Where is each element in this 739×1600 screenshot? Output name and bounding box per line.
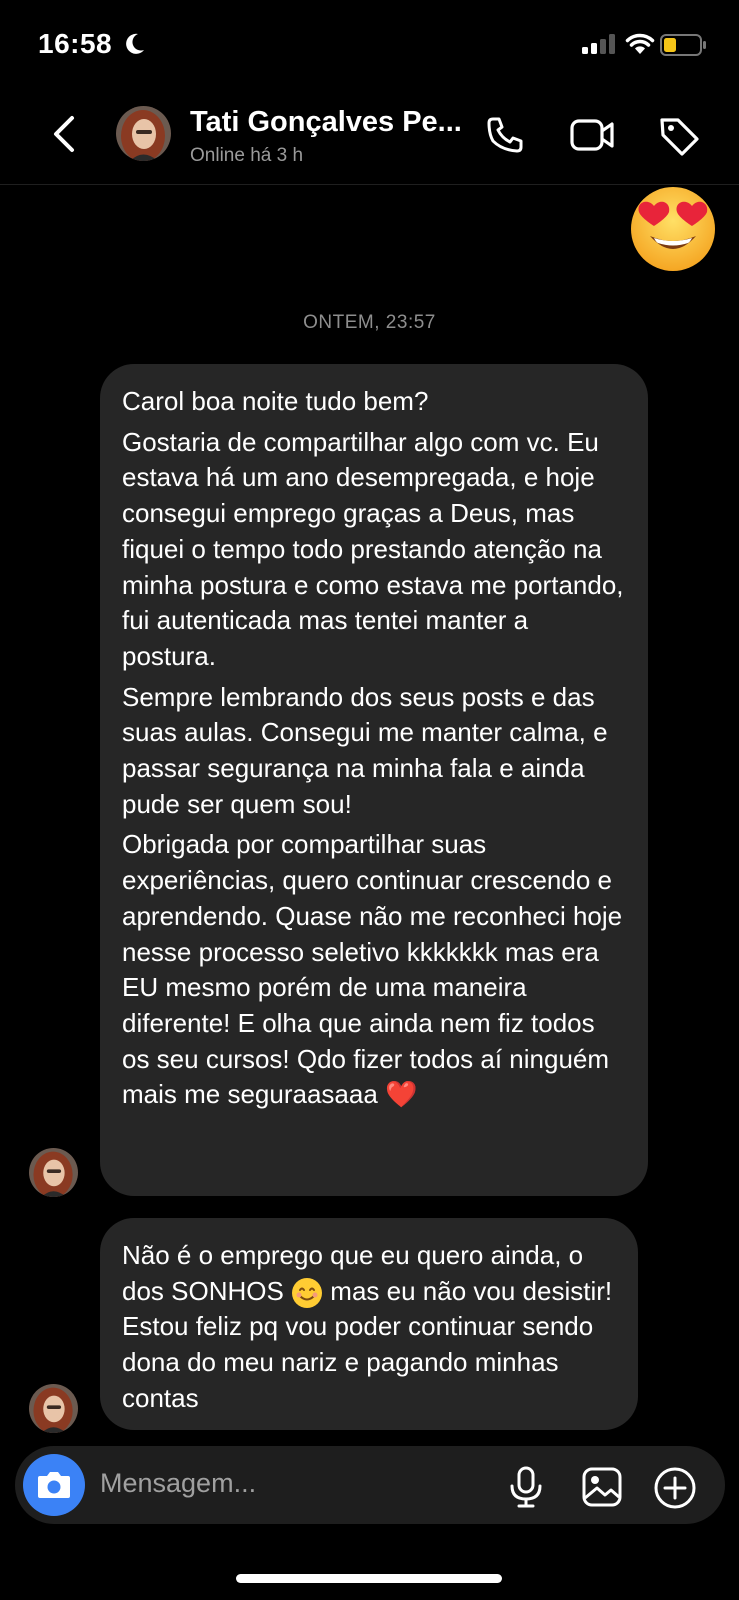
message-text: Carol boa noite tudo bem? (122, 386, 429, 416)
avatar-photo-icon (116, 106, 171, 161)
back-arrow-icon[interactable] (50, 114, 78, 154)
phone-call-icon[interactable] (484, 114, 526, 156)
add-circle-icon[interactable] (653, 1466, 697, 1510)
message-text: Obrigada por compartilhar suas experiênc… (122, 829, 623, 1110)
signal-icon (582, 34, 615, 54)
status-time: 16:58 (38, 28, 113, 59)
sender-avatar[interactable] (29, 1384, 78, 1433)
message-input[interactable]: Mensagem... (100, 1468, 256, 1499)
moon-icon (126, 33, 144, 54)
wifi-icon (625, 33, 655, 54)
thread-timestamp: ONTEM, 23:57 (303, 312, 436, 333)
message-text: Gostaria de compartilhar algo com vc. Eu… (122, 426, 624, 671)
microphone-icon[interactable] (507, 1466, 545, 1508)
camera-icon (38, 1472, 70, 1498)
camera-button[interactable] (23, 1454, 85, 1516)
battery-icon (660, 34, 706, 56)
contact-avatar[interactable] (116, 106, 171, 161)
message-bubble[interactable]: Carol boa noite tudo bem? Gostaria de co… (100, 364, 648, 1196)
message-text: Sempre lembrando dos seus posts e das su… (122, 681, 608, 819)
video-call-icon[interactable] (569, 114, 615, 156)
home-indicator (236, 1574, 502, 1583)
chat-header: Tati Gonçalves Pe... Online há 3 h (0, 92, 739, 185)
message-composer: Mensagem... (15, 1446, 725, 1524)
message-bubble[interactable]: Não é o emprego que eu quero ainda, o do… (100, 1218, 638, 1430)
tag-icon[interactable] (657, 114, 701, 158)
sender-avatar[interactable] (29, 1148, 78, 1197)
gallery-icon[interactable] (581, 1466, 623, 1508)
heart-eyes-emoji-icon (631, 187, 715, 271)
contact-name[interactable]: Tati Gonçalves Pe... (190, 106, 462, 139)
smiling-face-emoji-icon (292, 1277, 323, 1308)
status-bar: 16:58 (0, 0, 739, 90)
presence-status: Online há 3 h (190, 145, 304, 166)
avatar-photo-icon (29, 1384, 78, 1433)
message-text: Não é o emprego que eu quero ainda, o do… (122, 1238, 618, 1417)
avatar-photo-icon (29, 1148, 78, 1197)
